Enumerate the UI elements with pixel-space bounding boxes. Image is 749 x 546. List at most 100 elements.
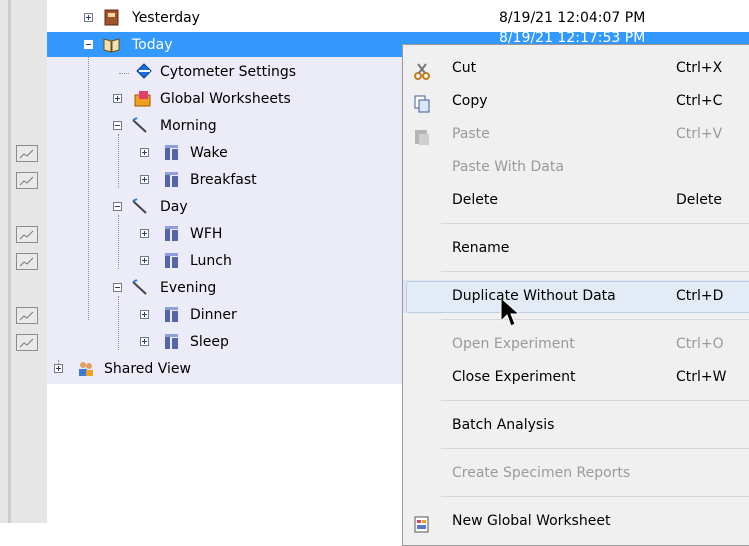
- menu-item-paste-with-data[interactable]: Paste With Data: [403, 151, 749, 184]
- tree-item-wake[interactable]: Wake: [47, 142, 447, 164]
- menu-item-label: Paste With Data: [452, 159, 564, 175]
- plot-thumbnail-icon[interactable]: [16, 226, 38, 243]
- menu-item-label: Delete: [452, 192, 498, 208]
- open-book-icon: [103, 36, 120, 53]
- menu-separator: [441, 496, 749, 497]
- tree-item-label: Cytometer Settings: [160, 64, 297, 80]
- menu-item-shortcut: Delete: [676, 192, 722, 208]
- menu-item-new-global-worksheet[interactable]: New Global Worksheet: [403, 505, 749, 538]
- specimen-icon: [131, 117, 148, 134]
- tube-icon: [163, 252, 180, 269]
- expand-icon[interactable]: [54, 364, 63, 373]
- tree-item-morning[interactable]: Morning: [47, 115, 447, 137]
- menu-separator: [441, 319, 749, 320]
- tree-item-breakfast[interactable]: Breakfast: [47, 169, 447, 191]
- tree-item-label: Yesterday: [132, 10, 200, 26]
- expand-icon[interactable]: [140, 148, 149, 157]
- collapse-icon[interactable]: [84, 40, 93, 49]
- menu-item-cut[interactable]: Cut Ctrl+X: [403, 52, 749, 85]
- expand-icon[interactable]: [140, 337, 149, 346]
- menu-item-label: Duplicate Without Data: [452, 288, 616, 304]
- tree-item-label: Dinner: [190, 307, 237, 323]
- menu-item-label: Copy: [452, 93, 488, 109]
- menu-item-label: Close Experiment: [452, 369, 576, 385]
- menu-separator: [441, 271, 749, 272]
- menu-item-label: Rename: [452, 240, 510, 256]
- tree-item-evening[interactable]: Evening: [47, 277, 447, 299]
- plot-thumbnail-icon[interactable]: [16, 172, 38, 189]
- menu-item-label: New Global Worksheet: [452, 513, 611, 529]
- copy-icon: [413, 93, 431, 113]
- collapse-icon[interactable]: [113, 202, 122, 211]
- tree-item-shared-view[interactable]: Shared View: [47, 358, 447, 380]
- menu-separator: [441, 400, 749, 401]
- tree-item-label: Sleep: [190, 334, 229, 350]
- menu-item-shortcut: Ctrl+O: [676, 336, 724, 352]
- tree-item-label: Evening: [160, 280, 217, 296]
- tree-item-label: Global Worksheets: [160, 91, 291, 107]
- menu-item-duplicate-without-data[interactable]: Duplicate Without Data Ctrl+D: [403, 280, 749, 313]
- left-gutter: [0, 0, 47, 523]
- menu-item-label: Open Experiment: [452, 336, 575, 352]
- tree-item-yesterday[interactable]: Yesterday 8/19/21 12:04:07 PM: [47, 7, 747, 29]
- menu-item-shortcut: Ctrl+V: [676, 126, 723, 142]
- menu-item-label: Paste: [452, 126, 490, 142]
- cytometer-icon: [136, 63, 153, 80]
- shared-users-icon: [77, 360, 94, 377]
- expand-icon[interactable]: [140, 175, 149, 184]
- tree-item-dinner[interactable]: Dinner: [47, 304, 447, 326]
- tree-item-label: Today: [132, 37, 173, 53]
- notebook-icon: [103, 9, 120, 26]
- collapse-icon[interactable]: [113, 121, 122, 130]
- expand-icon[interactable]: [140, 256, 149, 265]
- scissors-icon: [413, 60, 431, 80]
- menu-item-create-specimen-reports[interactable]: Create Specimen Reports: [403, 457, 749, 490]
- plot-thumbnail-icon[interactable]: [16, 145, 38, 162]
- specimen-icon: [131, 198, 148, 215]
- expand-icon[interactable]: [140, 310, 149, 319]
- tube-icon: [163, 225, 180, 242]
- expand-icon[interactable]: [140, 229, 149, 238]
- tree-item-label: WFH: [190, 226, 223, 242]
- plot-thumbnail-icon[interactable]: [16, 334, 38, 351]
- tree-item-label: Breakfast: [190, 172, 257, 188]
- menu-item-rename[interactable]: Rename: [403, 232, 749, 265]
- tree-item-cytometer-settings[interactable]: Cytometer Settings: [47, 61, 447, 83]
- menu-item-paste[interactable]: Paste Ctrl+V: [403, 118, 749, 151]
- menu-separator: [441, 448, 749, 449]
- menu-item-shortcut: Ctrl+X: [676, 60, 723, 76]
- menu-item-label: Cut: [452, 60, 477, 76]
- tree-item-date: 8/19/21 12:04:07 PM: [499, 10, 646, 26]
- tree-item-wfh[interactable]: WFH: [47, 223, 447, 245]
- tree-item-sleep[interactable]: Sleep: [47, 331, 447, 353]
- menu-item-label: Create Specimen Reports: [452, 465, 631, 481]
- tree-item-label: Morning: [160, 118, 217, 134]
- expand-icon[interactable]: [84, 13, 93, 22]
- tube-icon: [163, 171, 180, 188]
- tube-icon: [163, 333, 180, 350]
- paste-icon: [413, 126, 431, 145]
- plot-thumbnail-icon[interactable]: [16, 253, 38, 270]
- menu-item-shortcut: Ctrl+D: [676, 288, 724, 304]
- tree-item-label: Lunch: [190, 253, 232, 269]
- tree-item-label: Wake: [190, 145, 228, 161]
- menu-item-close-experiment[interactable]: Close Experiment Ctrl+W: [403, 361, 749, 394]
- menu-item-label: Batch Analysis: [452, 417, 555, 433]
- menu-item-batch-analysis[interactable]: Batch Analysis: [403, 409, 749, 442]
- folder-icon: [134, 90, 151, 107]
- tube-icon: [163, 306, 180, 323]
- expand-icon[interactable]: [113, 94, 122, 103]
- menu-item-shortcut: Ctrl+C: [676, 93, 723, 109]
- tree-item-lunch[interactable]: Lunch: [47, 250, 447, 272]
- menu-item-copy[interactable]: Copy Ctrl+C: [403, 85, 749, 118]
- menu-separator: [441, 223, 749, 224]
- plot-thumbnail-icon[interactable]: [16, 307, 38, 324]
- menu-item-shortcut: Ctrl+W: [676, 369, 727, 385]
- collapse-icon[interactable]: [113, 283, 122, 292]
- tree-item-label: Shared View: [104, 361, 191, 377]
- menu-item-delete[interactable]: Delete Delete: [403, 184, 749, 217]
- menu-item-open-experiment[interactable]: Open Experiment Ctrl+O: [403, 328, 749, 361]
- tree-item-label: Day: [160, 199, 188, 215]
- tree-item-global-worksheets[interactable]: Global Worksheets: [47, 88, 447, 110]
- tree-item-day[interactable]: Day: [47, 196, 447, 218]
